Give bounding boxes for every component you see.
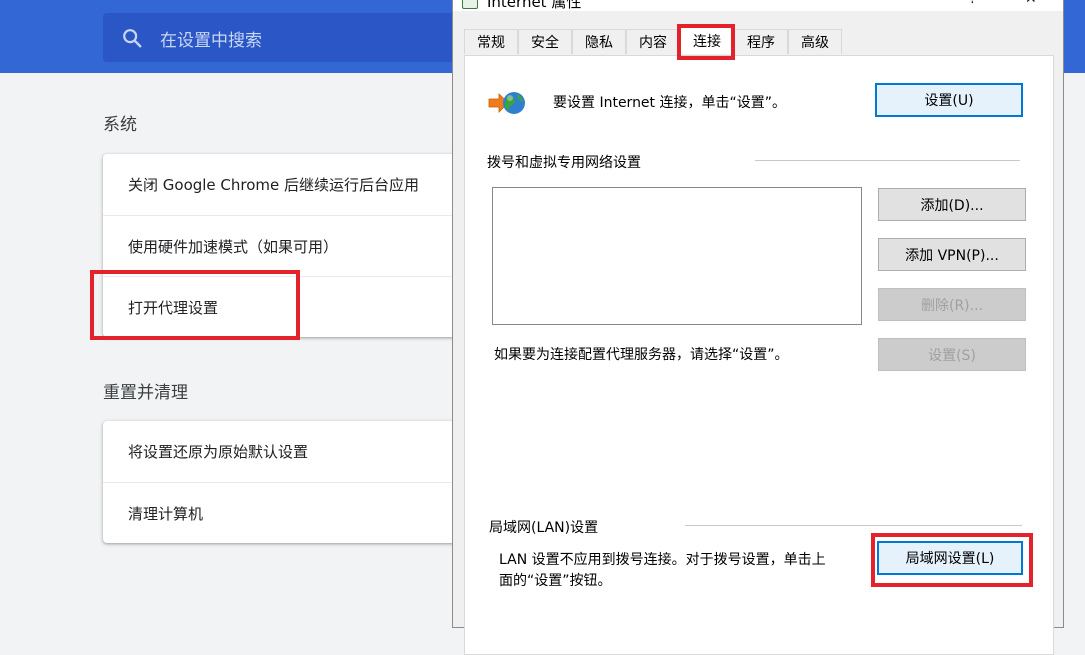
connection-wizard-icon <box>488 92 525 114</box>
setup-connection-text: 要设置 Internet 连接，单击“设置”。 <box>553 95 786 111</box>
group-divider <box>755 160 1020 161</box>
internet-options-icon <box>462 0 478 9</box>
group-divider <box>685 525 1022 526</box>
close-icon[interactable]: ✕ <box>1025 0 1037 7</box>
hardware-acceleration-setting[interactable]: 使用硬件加速模式（如果可用） <box>103 215 463 276</box>
reset-settings-card: 将设置还原为原始默认设置 清理计算机 <box>103 421 463 543</box>
help-button[interactable]: ? <box>969 0 976 7</box>
background-apps-setting[interactable]: 关闭 Google Chrome 后继续运行后台应用 <box>103 154 463 215</box>
tab-programs[interactable]: 程序 <box>734 29 788 54</box>
tab-content[interactable]: 内容 <box>626 29 680 54</box>
remove-button[interactable]: 删除(R)... <box>878 288 1026 321</box>
section-title-reset: 重置并清理 <box>103 383 188 403</box>
cleanup-computer-item[interactable]: 清理计算机 <box>103 482 463 543</box>
lan-group-label: 局域网(LAN)设置 <box>489 520 599 536</box>
restore-defaults-item[interactable]: 将设置还原为原始默认设置 <box>103 421 463 482</box>
tab-security[interactable]: 安全 <box>518 29 572 54</box>
highlight-connections-tab <box>677 24 735 60</box>
connection-settings-button[interactable]: 设置(S) <box>878 338 1026 371</box>
tab-advanced[interactable]: 高级 <box>788 29 842 54</box>
settings-search-field[interactable]: 在设置中搜索 <box>103 13 463 62</box>
setup-button[interactable]: 设置(U) <box>875 83 1023 117</box>
dialup-vpn-group-label: 拨号和虚拟专用网络设置 <box>487 155 641 171</box>
lan-description-line2: 面的“设置”按钮。 <box>499 573 612 589</box>
add-vpn-button[interactable]: 添加 VPN(P)... <box>878 238 1026 271</box>
section-title-system: 系统 <box>103 115 137 135</box>
search-placeholder[interactable]: 在设置中搜索 <box>160 26 262 51</box>
highlight-proxy-settings <box>90 270 300 340</box>
lan-description-line1: LAN 设置不应用到拨号连接。对于拨号设置，单击上 <box>499 552 826 568</box>
connections-listbox[interactable] <box>492 187 862 325</box>
tab-general[interactable]: 常规 <box>464 29 518 54</box>
dialog-titlebar: Internet 属性 ? ✕ <box>453 0 1063 11</box>
add-button[interactable]: 添加(D)... <box>878 188 1026 221</box>
highlight-lan-settings-button <box>871 533 1033 587</box>
proxy-hint-text: 如果要为连接配置代理服务器，请选择“设置”。 <box>494 347 789 363</box>
search-icon[interactable] <box>121 27 143 49</box>
dialog-title: Internet 属性 <box>487 0 582 11</box>
tab-privacy[interactable]: 隐私 <box>572 29 626 54</box>
